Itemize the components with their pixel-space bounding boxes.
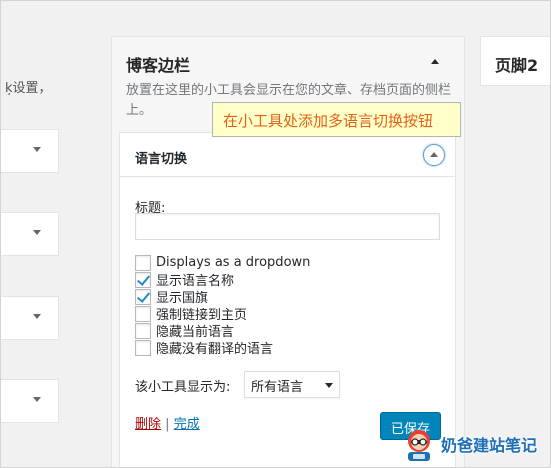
done-link[interactable]: 完成	[174, 417, 200, 432]
checkbox[interactable]	[135, 322, 151, 339]
annotation-callout: 在小工具处添加多语言切换按钮	[212, 102, 461, 137]
footer-widget-area[interactable]: 页脚2	[480, 36, 550, 86]
chevron-up-icon	[430, 152, 438, 157]
footer-area-title: 页脚2	[495, 56, 539, 75]
widget-header[interactable]: 语言切换	[120, 133, 455, 177]
option-show-names[interactable]: 显示语言名称	[135, 271, 234, 289]
widget-title: 语言切换	[135, 152, 188, 167]
watermark-text: 奶爸建站笔记	[441, 436, 538, 455]
left-widget-area-1[interactable]	[1, 129, 59, 173]
mascot-logo-icon	[408, 430, 430, 461]
checkbox-checked[interactable]	[135, 288, 151, 305]
link-separator: |	[165, 417, 170, 432]
checkbox[interactable]	[135, 339, 151, 356]
chevron-down-icon	[33, 397, 41, 402]
option-hide-untranslated[interactable]: 隐藏没有翻译的语言	[135, 339, 274, 357]
left-area-description: ķ设置，	[5, 81, 52, 96]
checkbox[interactable]	[135, 254, 151, 271]
chevron-down-icon	[325, 383, 333, 388]
widgets-screen: ķ设置， 博客边栏 放置在这里的小工具会显示在您的文章、存档页面的侧栏上。 语言…	[0, 0, 551, 468]
widget-control-links: 删除 | 完成	[135, 413, 200, 432]
chevron-down-icon	[33, 147, 41, 152]
chevron-down-icon	[33, 230, 41, 235]
option-dropdown[interactable]: Displays as a dropdown	[135, 254, 310, 271]
title-input[interactable]	[135, 213, 440, 240]
left-widget-area-4[interactable]	[1, 379, 59, 423]
widget-toggle-button[interactable]	[423, 144, 445, 166]
display-as-label: 该小工具显示为:	[135, 380, 231, 395]
sidebar-area-title[interactable]: 博客边栏	[126, 52, 190, 76]
checkbox[interactable]	[135, 305, 151, 322]
option-label: Displays as a dropdown	[156, 255, 311, 270]
chevron-down-icon	[33, 314, 41, 319]
option-hide-current[interactable]: 隐藏当前语言	[135, 322, 234, 340]
option-label: 隐藏没有翻译的语言	[156, 342, 274, 357]
option-force-home[interactable]: 强制链接到主页	[135, 305, 247, 323]
checkbox-checked[interactable]	[135, 271, 151, 288]
left-widget-area-2[interactable]	[1, 212, 59, 256]
collapse-triangle-icon[interactable]	[431, 59, 439, 64]
display-as-select[interactable]: 所有语言	[244, 371, 340, 398]
watermark: 奶爸建站笔记	[401, 425, 537, 463]
option-show-flags[interactable]: 显示国旗	[135, 288, 208, 306]
left-widget-area-3[interactable]	[1, 296, 59, 340]
select-value: 所有语言	[251, 380, 304, 395]
delete-link[interactable]: 删除	[135, 417, 161, 432]
language-switcher-widget: 语言切换 标题: Displays as a dropdown 显示语言名称 显…	[119, 132, 456, 467]
